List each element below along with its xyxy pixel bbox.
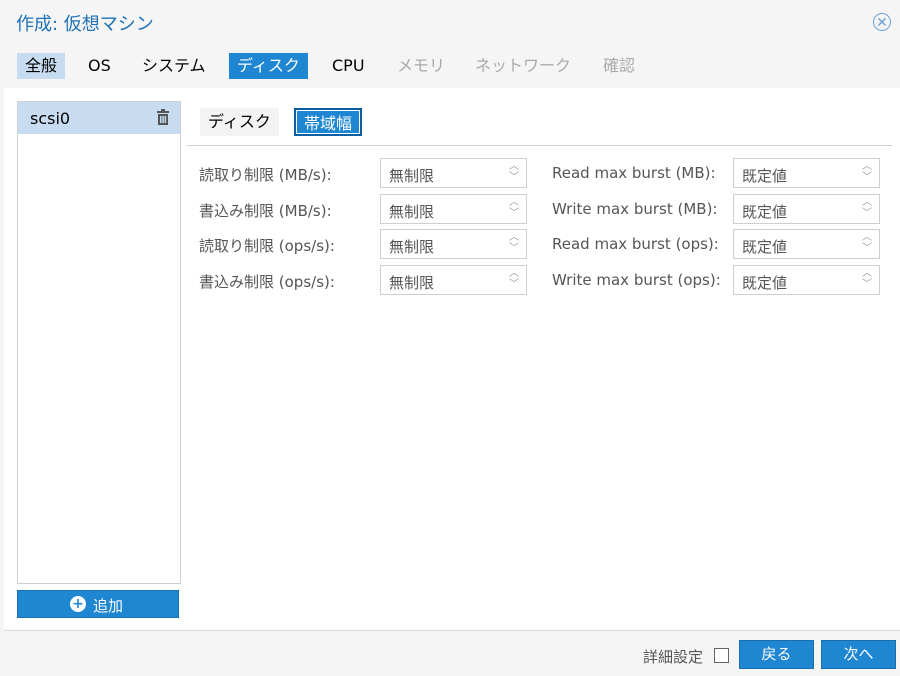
subtab-disk[interactable]: ディスク: [200, 108, 279, 136]
spinner-icon[interactable]: ︿ ﹀: [508, 161, 520, 185]
read-burst-mb-field[interactable]: 既定値 ︿ ﹀: [733, 158, 880, 188]
read-limit-ops-label: 読取り制限 (ops/s):: [199, 237, 335, 255]
tab-general[interactable]: 全般: [17, 53, 66, 79]
subtab-bandwidth[interactable]: 帯域幅: [294, 108, 363, 136]
dialog-footer: 詳細設定 戻る 次へ: [4, 630, 900, 676]
spinner-icon[interactable]: ︿ ﹀: [861, 268, 873, 292]
back-button[interactable]: 戻る: [739, 640, 814, 669]
add-label: 追加: [93, 597, 124, 615]
write-limit-ops-label: 書込み制限 (ops/s):: [199, 273, 335, 291]
spinner-icon[interactable]: ︿ ﹀: [861, 232, 873, 256]
trash-icon[interactable]: [156, 109, 170, 125]
read-limit-ops-field[interactable]: 無制限 ︿ ﹀: [380, 229, 527, 259]
plus-circle-icon: +: [70, 596, 86, 612]
write-burst-ops-label: Write max burst (ops):: [552, 271, 721, 289]
read-burst-ops-label: Read max burst (ops):: [552, 235, 719, 253]
write-limit-ops-field[interactable]: 無制限 ︿ ﹀: [380, 265, 527, 295]
read-burst-ops-field[interactable]: 既定値 ︿ ﹀: [733, 229, 880, 259]
tab-network: ネットワーク: [475, 56, 572, 75]
field-value: 無制限: [389, 274, 435, 292]
dialog-title: 作成: 仮想マシン: [16, 14, 154, 35]
bandwidth-row: 読取り制限 (MB/s): 無制限 ︿ ﹀ Read max burst (MB)…: [199, 158, 889, 188]
read-limit-mb-label: 読取り制限 (MB/s):: [199, 166, 332, 184]
bandwidth-row: 書込み制限 (ops/s): 無制限 ︿ ﹀ Write max burst (o…: [199, 265, 889, 295]
tab-disk[interactable]: ディスク: [229, 53, 308, 79]
spinner-icon[interactable]: ︿ ﹀: [508, 197, 520, 221]
field-value: 既定値: [742, 274, 788, 292]
write-burst-mb-label: Write max burst (MB):: [552, 200, 718, 218]
disk-subtabs: ディスク 帯域幅: [187, 101, 892, 146]
read-limit-mb-field[interactable]: 無制限 ︿ ﹀: [380, 158, 527, 188]
tab-confirm: 確認: [603, 56, 636, 75]
field-value: 既定値: [742, 203, 788, 221]
write-burst-ops-field[interactable]: 既定値 ︿ ﹀: [733, 265, 880, 295]
next-button[interactable]: 次へ: [821, 640, 896, 669]
close-icon[interactable]: ✕: [873, 13, 891, 31]
write-limit-mb-label: 書込み制限 (MB/s):: [199, 202, 332, 220]
add-disk-button[interactable]: + 追加: [17, 590, 179, 618]
spinner-icon[interactable]: ︿ ﹀: [508, 232, 520, 256]
disk-list: scsi0: [17, 101, 181, 584]
list-item[interactable]: scsi0: [18, 102, 180, 134]
spinner-icon[interactable]: ︿ ﹀: [861, 197, 873, 221]
advanced-label: 詳細設定: [643, 648, 704, 666]
spinner-icon[interactable]: ︿ ﹀: [508, 268, 520, 292]
create-vm-dialog: 作成: 仮想マシン ✕ 全般 OS システム ディスク CPU メモリ ネットワ…: [4, 0, 900, 676]
tab-cpu[interactable]: CPU: [324, 53, 373, 79]
wizard-tabs: 全般 OS システム ディスク CPU メモリ ネットワーク 確認: [4, 44, 900, 88]
field-value: 無制限: [389, 167, 435, 185]
tab-os[interactable]: OS: [80, 53, 119, 79]
disk-label: scsi0: [30, 109, 71, 128]
spinner-icon[interactable]: ︿ ﹀: [861, 161, 873, 185]
tab-memory: メモリ: [397, 56, 446, 75]
write-limit-mb-field[interactable]: 無制限 ︿ ﹀: [380, 194, 527, 224]
write-burst-mb-field[interactable]: 既定値 ︿ ﹀: [733, 194, 880, 224]
bandwidth-row: 書込み制限 (MB/s): 無制限 ︿ ﹀ Write max burst (MB…: [199, 194, 889, 224]
advanced-checkbox[interactable]: [714, 648, 729, 663]
field-value: 無制限: [389, 203, 435, 221]
field-value: 既定値: [742, 167, 788, 185]
bandwidth-row: 読取り制限 (ops/s): 無制限 ︿ ﹀ Read max burst (op…: [199, 229, 889, 259]
field-value: 無制限: [389, 238, 435, 256]
read-burst-mb-label: Read max burst (MB):: [552, 164, 716, 182]
dialog-titlebar: 作成: 仮想マシン ✕: [4, 0, 900, 44]
tab-system[interactable]: システム: [134, 53, 214, 79]
field-value: 既定値: [742, 238, 788, 256]
